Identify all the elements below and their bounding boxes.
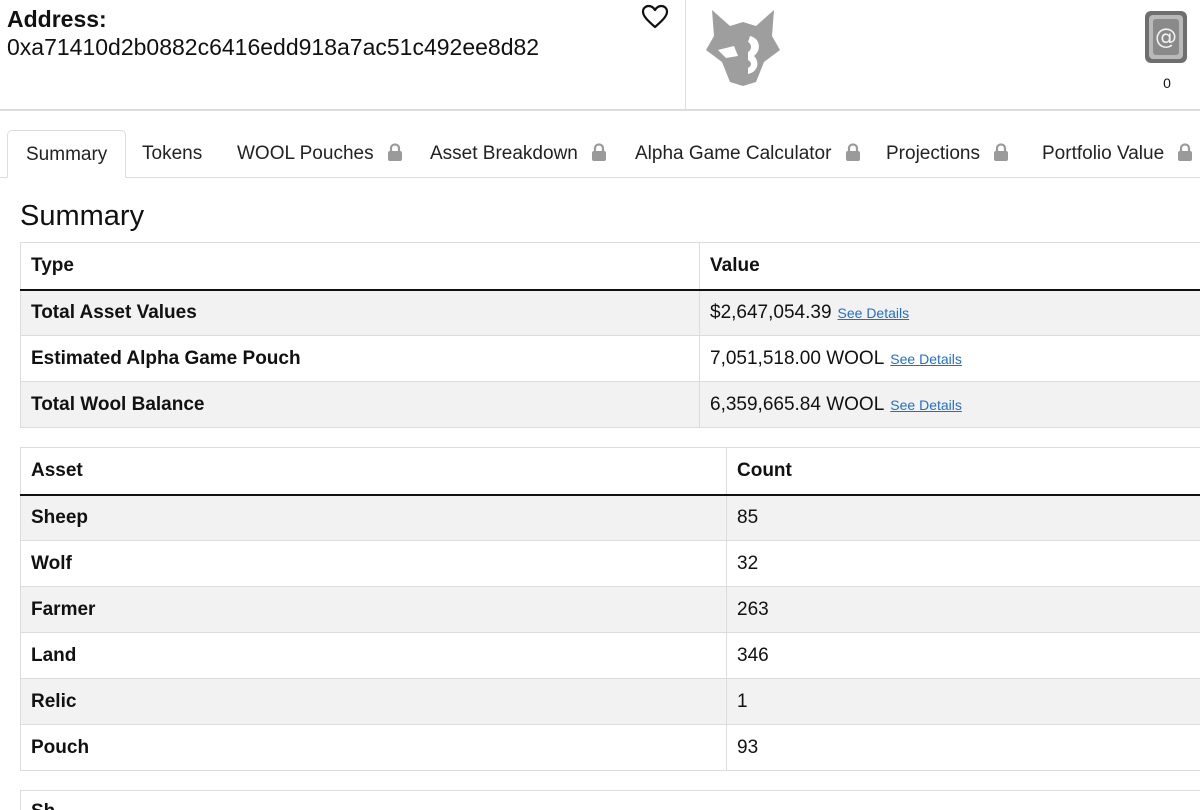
summary-value: $2,647,054.39	[710, 301, 832, 323]
table-row: Relic 1	[20, 678, 1200, 725]
lock-icon	[1178, 143, 1193, 161]
tab-label: Portfolio Value	[1042, 143, 1165, 164]
wolf-head-icon	[706, 10, 780, 86]
asset-table: Asset Count Sheep 85 Wolf 32 Farmer 263 …	[20, 447, 1200, 771]
asset-name-cell: Pouch	[20, 724, 727, 771]
table-header-row: Type Value	[20, 242, 1200, 291]
asset-name-cell: Wolf	[20, 540, 727, 587]
table-row: Total Wool Balance 6,359,665.84 WOOL See …	[20, 381, 1200, 428]
tab-label: Summary	[26, 144, 108, 165]
asset-name-cell: Sheep	[20, 494, 727, 541]
see-details-link[interactable]: See Details	[890, 351, 962, 367]
asset-name-cell: Land	[20, 632, 727, 679]
asset-count-cell: 85	[726, 494, 1200, 541]
tab-asset-breakdown[interactable]: Asset Breakdown	[430, 130, 607, 178]
wallet-address: 0xa71410d2b0882c6416edd918a7ac51c492ee8d…	[7, 34, 540, 60]
summary-value-cell: 6,359,665.84 WOOL See Details	[699, 381, 1200, 428]
summary-type-cell: Estimated Alpha Game Pouch	[20, 335, 700, 382]
asset-name-cell: Relic	[20, 678, 727, 725]
next-table-partial: Sh	[20, 790, 1200, 810]
lock-icon	[845, 143, 860, 161]
tab-label: Tokens	[142, 143, 203, 164]
table-row: Wolf 32	[20, 540, 1200, 587]
section-title: Summary	[20, 200, 145, 232]
tab-bar: Summary Tokens WOOL Pouches Asset Breakd…	[0, 130, 1200, 178]
table-row: Sheep 85	[20, 494, 1200, 541]
asset-count-cell: 93	[726, 724, 1200, 771]
alpha-card-icon[interactable]: @	[1142, 8, 1190, 66]
column-header-asset: Asset	[20, 447, 727, 496]
see-details-link[interactable]: See Details	[890, 397, 962, 413]
card-count: 0	[1163, 75, 1171, 91]
column-header-count: Count	[726, 447, 1200, 496]
see-details-link[interactable]: See Details	[838, 305, 910, 321]
heart-outline-icon[interactable]	[641, 4, 669, 30]
summary-value-cell: $2,647,054.39 See Details	[699, 289, 1200, 336]
tab-summary[interactable]: Summary	[7, 130, 127, 178]
tab-wool-pouches[interactable]: WOOL Pouches	[237, 130, 403, 178]
svg-text:@: @	[1155, 25, 1177, 50]
asset-name-cell: Farmer	[20, 586, 727, 633]
table-row: Total Asset Values $2,647,054.39 See Deta…	[20, 289, 1200, 336]
tab-label: Asset Breakdown	[430, 143, 578, 164]
summary-type-cell: Total Wool Balance	[20, 381, 700, 428]
lock-icon	[994, 143, 1009, 161]
summary-value-cell: 7,051,518.00 WOOL See Details	[699, 335, 1200, 382]
asset-count-cell: 1	[726, 678, 1200, 725]
tab-tokens[interactable]: Tokens	[142, 130, 202, 178]
summary-type-cell: Total Asset Values	[20, 289, 700, 336]
summary-value: 7,051,518.00 WOOL	[710, 347, 885, 369]
summary-table: Type Value Total Asset Values $2,647,054…	[20, 242, 1200, 428]
tab-label: Alpha Game Calculator	[635, 143, 832, 164]
next-table-header: Sh	[31, 801, 55, 810]
table-header-row: Asset Count	[20, 447, 1200, 496]
header-divider	[685, 0, 686, 111]
tab-label: Projections	[886, 143, 980, 164]
address-label: Address:	[7, 6, 107, 32]
tab-portfolio-value[interactable]: Portfolio Value	[1042, 130, 1193, 178]
asset-count-cell: 32	[726, 540, 1200, 587]
summary-value: 6,359,665.84 WOOL	[710, 393, 885, 415]
lock-icon	[592, 143, 607, 161]
asset-count-cell: 346	[726, 632, 1200, 679]
column-header-value: Value	[699, 242, 1200, 291]
tab-alpha-game-calculator[interactable]: Alpha Game Calculator	[635, 130, 861, 178]
asset-count-cell: 263	[726, 586, 1200, 633]
table-row: Estimated Alpha Game Pouch 7,051,518.00 …	[20, 335, 1200, 382]
address-header: Address: 0xa71410d2b0882c6416edd918a7ac5…	[0, 0, 1200, 111]
table-row: Farmer 263	[20, 586, 1200, 633]
table-row: Pouch 93	[20, 724, 1200, 771]
table-row: Land 346	[20, 632, 1200, 679]
tab-projections[interactable]: Projections	[886, 130, 1009, 178]
lock-icon	[387, 143, 402, 161]
column-header-type: Type	[20, 242, 700, 291]
tab-label: WOOL Pouches	[237, 143, 374, 164]
